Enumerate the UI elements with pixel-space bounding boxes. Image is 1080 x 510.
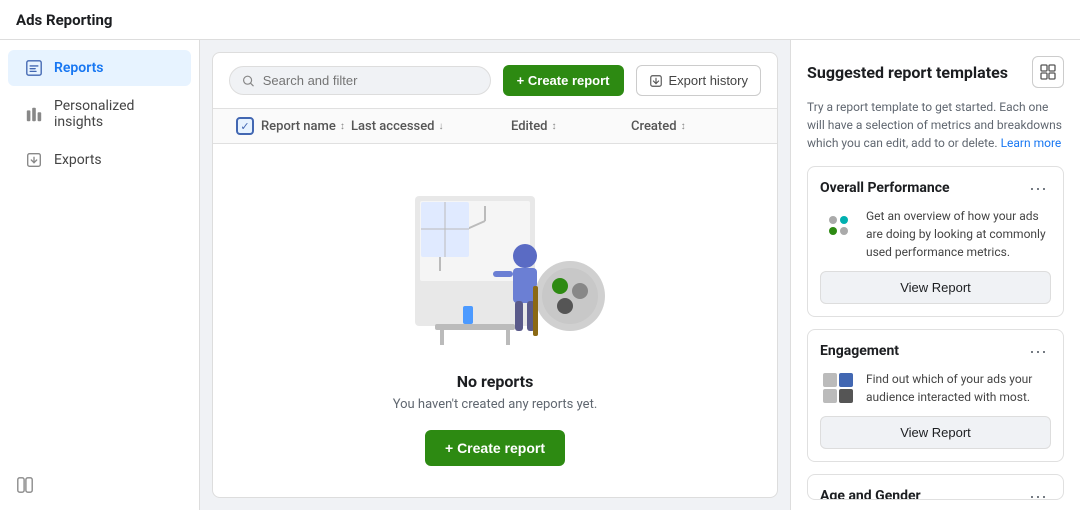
layout-icon — [1040, 64, 1056, 80]
exports-icon — [24, 150, 44, 170]
template-title-overall: Overall Performance — [820, 180, 950, 196]
search-input[interactable] — [263, 73, 478, 88]
table-header: Report name ↕ Last accessed ↓ Edited ↕ C… — [213, 109, 777, 144]
template-title-engagement: Engagement — [820, 343, 899, 359]
col-edited[interactable]: Edited ↕ — [511, 119, 631, 134]
template-card-header-age-gender: Age and Gender ··· — [820, 487, 1051, 500]
right-panel: Suggested report templates Try a report … — [790, 40, 1080, 510]
content-toolbar: + Create report Export history — [213, 53, 777, 109]
view-report-button-overall[interactable]: View Report — [820, 271, 1051, 304]
sidebar-collapse-button[interactable] — [0, 468, 199, 502]
sidebar-item-exports[interactable]: Exports — [8, 142, 191, 178]
empty-title: No reports — [457, 372, 534, 391]
main-layout: Reports Personalized insights Exports — [0, 40, 1080, 510]
sidebar-item-personalized-insights[interactable]: Personalized insights — [8, 90, 191, 138]
template-more-button-age-gender[interactable]: ··· — [1025, 487, 1051, 500]
template-card-engagement: Engagement ··· Fin — [807, 329, 1064, 462]
content-inner: + Create report Export history Report na… — [212, 52, 778, 498]
view-report-button-engagement[interactable]: View Report — [820, 416, 1051, 449]
export-icon — [649, 74, 663, 88]
reports-icon — [24, 58, 44, 78]
app-title: Ads Reporting — [16, 11, 112, 29]
right-panel-header: Suggested report templates — [807, 56, 1064, 88]
header-checkbox[interactable] — [229, 117, 261, 135]
sort-icon-edited: ↕ — [551, 121, 556, 132]
right-panel-description: Try a report template to get started. Ea… — [807, 98, 1064, 152]
template-card-header-engagement: Engagement ··· — [820, 342, 1051, 360]
export-history-button[interactable]: Export history — [636, 65, 761, 96]
template-card-age-gender: Age and Gender ··· — [807, 474, 1064, 500]
right-panel-title: Suggested report templates — [807, 63, 1008, 82]
sort-icon-created: ↕ — [681, 121, 686, 132]
template-description-overall: Get an overview of how your ads are doin… — [866, 207, 1051, 261]
col-report-name[interactable]: Report name ↕ — [261, 119, 351, 134]
top-bar: Ads Reporting — [0, 0, 1080, 40]
template-card-overall-performance: Overall Performance ··· — [807, 166, 1064, 317]
empty-subtitle: You haven't created any reports yet. — [393, 397, 598, 412]
personalized-insights-icon — [24, 104, 44, 124]
create-report-center-button[interactable]: + Create report — [425, 430, 565, 466]
sort-icon-name: ↕ — [340, 121, 345, 132]
sidebar-item-reports[interactable]: Reports — [8, 50, 191, 86]
template-description-engagement: Find out which of your ads your audience… — [866, 370, 1051, 406]
sidebar-exports-label: Exports — [54, 152, 102, 168]
overall-performance-icon — [820, 207, 856, 243]
col-last-accessed[interactable]: Last accessed ↓ — [351, 119, 511, 134]
sidebar-insights-label: Personalized insights — [54, 98, 175, 130]
check-icon — [236, 117, 254, 135]
empty-illustration — [385, 176, 605, 356]
learn-more-link[interactable]: Learn more — [1001, 136, 1062, 150]
col-created[interactable]: Created ↕ — [631, 119, 761, 134]
sort-icon-accessed: ↓ — [439, 121, 444, 132]
search-box[interactable] — [229, 66, 491, 95]
sidebar: Reports Personalized insights Exports — [0, 40, 200, 510]
template-more-button-overall[interactable]: ··· — [1025, 179, 1051, 197]
sidebar-reports-label: Reports — [54, 60, 104, 76]
panel-layout-button[interactable] — [1032, 56, 1064, 88]
export-history-label: Export history — [669, 73, 748, 88]
content-area: + Create report Export history Report na… — [200, 40, 790, 510]
template-title-age-gender: Age and Gender — [820, 488, 921, 500]
template-card-header-overall: Overall Performance ··· — [820, 179, 1051, 197]
empty-state: No reports You haven't created any repor… — [213, 144, 777, 497]
search-icon — [242, 74, 255, 88]
template-more-button-engagement[interactable]: ··· — [1025, 342, 1051, 360]
template-body-engagement: Find out which of your ads your audience… — [820, 370, 1051, 406]
engagement-icon — [820, 370, 856, 406]
create-report-button[interactable]: + Create report — [503, 65, 624, 96]
template-body-overall: Get an overview of how your ads are doin… — [820, 207, 1051, 261]
